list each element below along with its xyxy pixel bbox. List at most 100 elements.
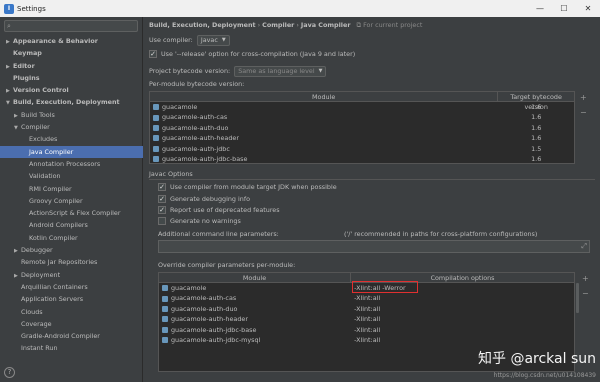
close-button[interactable]: ✕	[576, 0, 600, 17]
sidebar-item-editor[interactable]: ▶ Editor	[0, 60, 143, 72]
release-option-checkbox[interactable]: ✓	[149, 50, 157, 58]
add-module-button[interactable]: +	[580, 93, 587, 102]
add-override-button[interactable]: +	[582, 274, 589, 283]
bytecode-version-cell[interactable]: 1.6	[498, 112, 574, 122]
maximize-button[interactable]: ☐	[552, 0, 576, 17]
sidebar-item-actionscript-flex-compiler[interactable]: ActionScript & Flex Compiler	[0, 207, 143, 219]
bytecode-version-cell[interactable]: 1.6	[498, 102, 574, 112]
checkbox[interactable]	[158, 217, 166, 225]
bytecode-version-cell[interactable]: 1.6	[498, 154, 574, 163]
module-cell: guacamole	[159, 283, 351, 293]
module-icon	[153, 104, 159, 111]
sidebar-item-plugins[interactable]: Plugins	[0, 72, 143, 84]
sidebar-item-coverage[interactable]: Coverage	[0, 318, 143, 330]
breadcrumb-item: Build, Execution, Deployment	[149, 21, 256, 29]
sidebar-item-build-execution-deployment[interactable]: ▼ Build, Execution, Deployment	[0, 96, 143, 108]
javac-check-row[interactable]: ✓ Use compiler from module target JDK whe…	[158, 181, 337, 193]
table-row[interactable]: guacamole-auth-header 1.6	[150, 133, 574, 143]
sidebar-item-appearance-behavior[interactable]: ▶ Appearance & Behavior	[0, 35, 143, 47]
compilation-options-cell[interactable]: -Xlint:all	[351, 325, 574, 335]
sidebar-item-label: Validation	[29, 172, 61, 181]
sidebar-item-application-servers[interactable]: Application Servers	[0, 293, 143, 305]
expand-icon[interactable]: ⤢	[581, 242, 587, 251]
sidebar-item-label: Android Compilers	[29, 221, 88, 230]
sidebar-item-label: Annotation Processors	[29, 159, 101, 168]
module-icon	[162, 337, 168, 344]
bytecode-version-cell[interactable]: 1.6	[498, 123, 574, 133]
table-row[interactable]: guacamole-auth-header -Xlint:all	[159, 314, 574, 324]
breadcrumb-item: Compiler	[262, 21, 295, 29]
additional-params-label: Additional command line parameters:	[158, 230, 279, 238]
sidebar-item-clouds[interactable]: Clouds	[0, 306, 143, 318]
table-row[interactable]: guacamole-auth-jdbc-base -Xlint:all	[159, 325, 574, 335]
module-cell: guacamole-auth-jdbc-base	[159, 325, 351, 335]
sidebar-item-annotation-processors[interactable]: Annotation Processors	[0, 158, 143, 170]
checkbox[interactable]: ✓	[158, 206, 166, 214]
settings-content: Build, Execution, Deployment › Compiler › Ja…	[144, 17, 600, 382]
help-icon[interactable]: ?	[4, 367, 15, 378]
table-row[interactable]: guacamole 1.6	[150, 102, 574, 112]
override-table-toolbar: + −	[582, 274, 589, 298]
sidebar-item-label: Groovy Compiler	[29, 196, 83, 205]
sidebar-item-excludes[interactable]: Excludes	[0, 133, 143, 145]
table-row[interactable]: guacamole-auth-jdbc 1.5	[150, 144, 574, 154]
minimize-button[interactable]: —	[528, 0, 552, 17]
sidebar-item-remote-jar-repositories[interactable]: Remote Jar Repositories	[0, 256, 143, 268]
sidebar-item-deployment[interactable]: ▶ Deployment	[0, 269, 143, 281]
bytecode-select[interactable]: Same as language level ▼	[234, 65, 327, 77]
sidebar-item-gradle-android-compiler[interactable]: Gradle-Android Compiler	[0, 330, 143, 342]
compilation-options-cell[interactable]: -Xlint:all	[351, 293, 574, 303]
remove-override-button[interactable]: −	[582, 289, 589, 298]
breadcrumb-item: Java Compiler	[300, 21, 351, 29]
release-option-label: Use '--release' option for cross-compila…	[161, 50, 356, 58]
table-row[interactable]: guacamole-auth-duo 1.6	[150, 123, 574, 133]
override-params-label: Override compiler parameters per-module:	[158, 261, 296, 269]
module-cell: guacamole-auth-cas	[159, 293, 351, 303]
table-row[interactable]: guacamole-auth-cas -Xlint:all	[159, 293, 574, 303]
javac-check-row[interactable]: Generate no warnings	[158, 215, 241, 227]
sidebar-item-kotlin-compiler[interactable]: Kotlin Compiler	[0, 232, 143, 244]
sidebar-item-debugger[interactable]: ▶ Debugger	[0, 244, 143, 256]
table-row[interactable]: guacamole-auth-jdbc-mysql -Xlint:all	[159, 335, 574, 345]
sidebar-item-build-tools[interactable]: ▶ Build Tools	[0, 109, 143, 121]
window-title: Settings	[17, 4, 46, 13]
table-row[interactable]: guacamole-auth-jdbc-base 1.6	[150, 154, 574, 163]
sidebar-item-label: RMI Compiler	[29, 184, 72, 193]
compiler-select[interactable]: Javac ▼	[196, 34, 230, 46]
table-row[interactable]: guacamole-auth-duo -Xlint:all	[159, 304, 574, 314]
bytecode-version-cell[interactable]: 1.6	[498, 133, 574, 143]
column-header-target[interactable]: Target bytecode version	[498, 92, 574, 111]
sidebar-item-validation[interactable]: Validation	[0, 170, 143, 182]
settings-search-field[interactable]: ⌕	[4, 20, 138, 32]
javac-options-title: Javac Options	[149, 170, 595, 180]
additional-params-input[interactable]: ⤢	[158, 240, 590, 253]
compilation-options-cell[interactable]: -Xlint:all	[351, 314, 574, 324]
checkbox[interactable]: ✓	[158, 195, 166, 203]
remove-module-button[interactable]: −	[580, 108, 587, 117]
blog-url-watermark: https://blog.csdn.net/u014108439	[493, 372, 596, 379]
sidebar-item-instant-run[interactable]: Instant Run	[0, 342, 143, 354]
sidebar-item-rmi-compiler[interactable]: RMI Compiler	[0, 183, 143, 195]
compiler-row: Use compiler: Javac ▼	[149, 34, 230, 46]
checkbox[interactable]: ✓	[158, 183, 166, 191]
table-row[interactable]: guacamole-auth-cas 1.6	[150, 112, 574, 122]
sidebar-item-arquillian-containers[interactable]: Arquillian Containers	[0, 281, 143, 293]
sidebar-item-version-control[interactable]: ▶ Version Control	[0, 84, 143, 96]
sidebar-item-android-compilers[interactable]: Android Compilers	[0, 219, 143, 231]
sidebar-item-java-compiler[interactable]: Java Compiler	[0, 145, 143, 158]
compilation-options-cell[interactable]: -Xlint:all	[351, 304, 574, 314]
sidebar-item-label: Appearance & Behavior	[13, 37, 98, 45]
column-header-module[interactable]: Module	[150, 92, 499, 101]
override-table-scrollbar[interactable]	[576, 283, 579, 313]
column-header-module[interactable]: Module	[159, 273, 352, 282]
bytecode-table-toolbar: + −	[580, 93, 587, 117]
release-option-row[interactable]: ✓ Use '--release' option for cross-compi…	[149, 48, 355, 60]
sidebar-item-label: Deployment	[21, 270, 61, 279]
bytecode-table-header: Module Target bytecode version	[150, 92, 574, 111]
settings-tree: ▶ Appearance & Behavior Keymap ▶ Editor Plugi…	[0, 35, 143, 355]
compilation-options-cell[interactable]: -Xlint:all	[351, 335, 574, 345]
sidebar-item-compiler[interactable]: ▼ Compiler	[0, 121, 143, 133]
bytecode-version-cell[interactable]: 1.5	[498, 144, 574, 154]
sidebar-item-groovy-compiler[interactable]: Groovy Compiler	[0, 195, 143, 207]
sidebar-item-keymap[interactable]: Keymap	[0, 47, 143, 59]
